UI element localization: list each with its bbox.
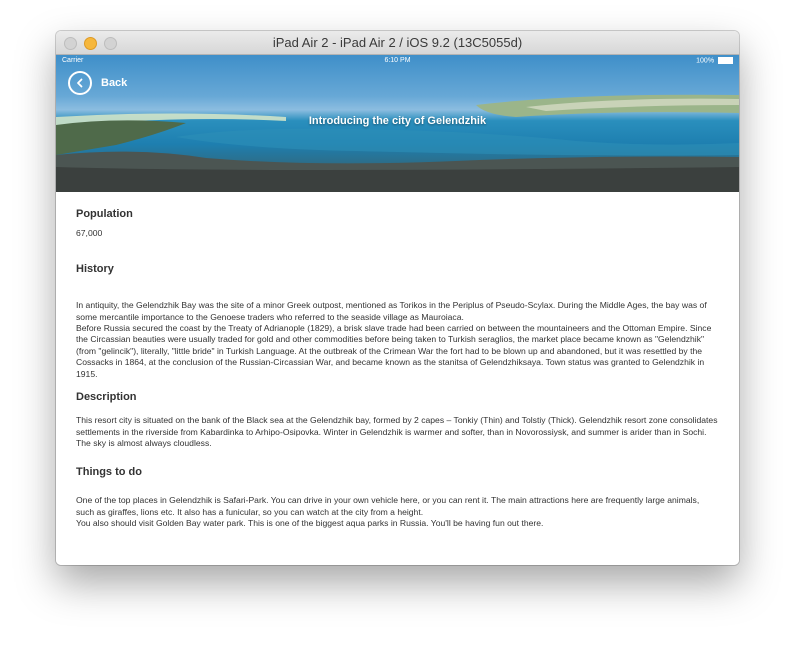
page-title: Introducing the city of Gelendzhik	[308, 115, 487, 127]
history-text: In antiquity, the Gelendzhik Bay was the…	[76, 300, 712, 379]
window-titlebar: iPad Air 2 - iPad Air 2 / iOS 9.2 (13C50…	[56, 31, 739, 55]
description-text: This resort city is situated on the bank…	[76, 415, 718, 449]
chevron-left-icon	[68, 71, 92, 95]
ios-status-bar: Carrier 6:10 PM 100%	[56, 55, 739, 67]
device-screen: Carrier 6:10 PM 100% Back Introducing th…	[56, 55, 739, 565]
city-info-content: Population 67,000 History In antiquity, …	[76, 192, 718, 529]
battery-icon	[718, 57, 733, 64]
status-time: 6:10 PM	[384, 57, 411, 64]
description-heading: Description	[76, 391, 137, 404]
battery-indicator: 100%	[696, 57, 733, 64]
things-to-do-heading: Things to do	[76, 465, 142, 478]
population-value: 67,000	[76, 228, 103, 239]
battery-percent: 100%	[696, 57, 715, 65]
history-heading: History	[76, 262, 114, 275]
back-button[interactable]: Back	[68, 70, 127, 96]
back-label: Back	[101, 77, 128, 89]
window-title: iPad Air 2 - iPad Air 2 / iOS 9.2 (13C50…	[272, 35, 523, 50]
population-heading: Population	[76, 208, 133, 220]
simulator-window: iPad Air 2 - iPad Air 2 / iOS 9.2 (13C50…	[56, 31, 739, 565]
things-to-do-text: One of the top places in Gelendzhik is S…	[76, 495, 700, 528]
city-photo-header: Carrier 6:10 PM 100% Back Introducing th…	[56, 55, 739, 192]
